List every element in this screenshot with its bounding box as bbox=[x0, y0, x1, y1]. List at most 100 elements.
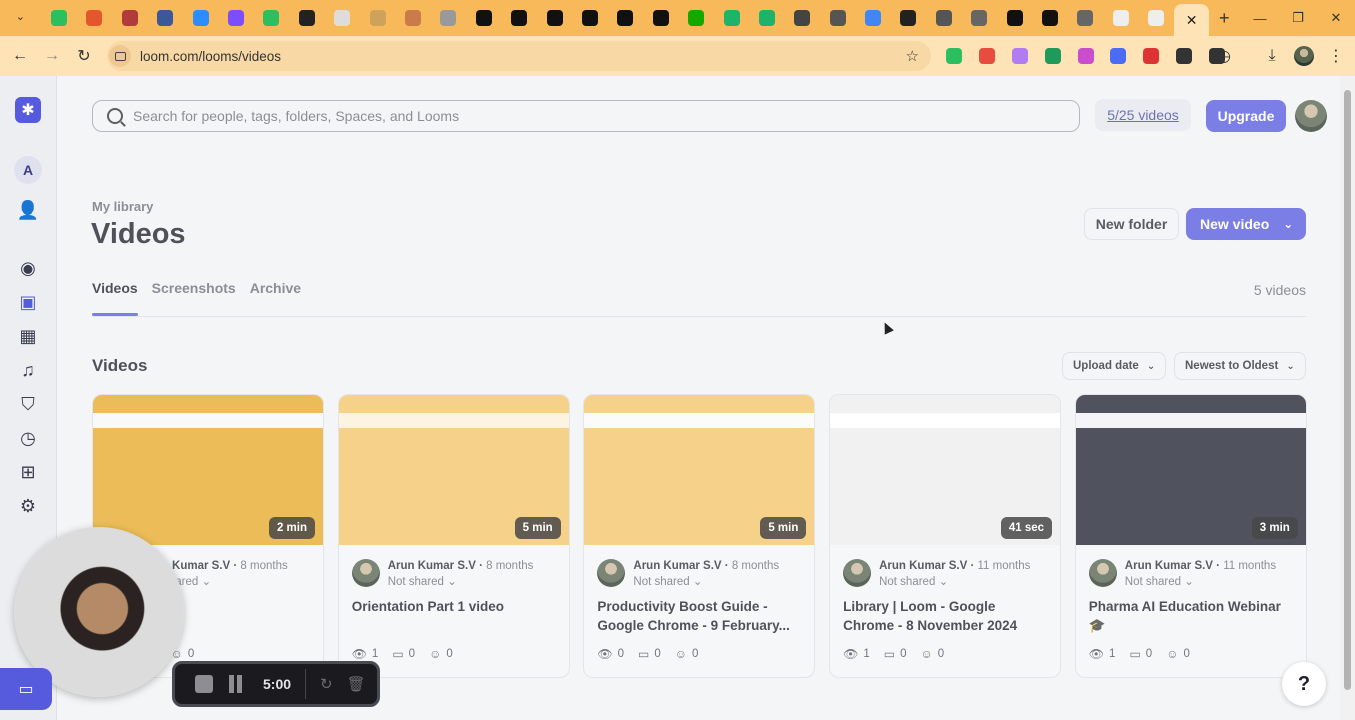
browser-tab[interactable] bbox=[997, 0, 1032, 36]
site-info-icon[interactable] bbox=[109, 45, 131, 67]
sidebar-item-notifications[interactable]: ♫ bbox=[14, 356, 42, 384]
extension-icon[interactable] bbox=[1011, 48, 1028, 64]
new-tab-icon[interactable]: + bbox=[1209, 8, 1239, 29]
share-status[interactable]: Not shared ⌄ bbox=[879, 574, 948, 588]
share-status[interactable]: Not shared ⌄ bbox=[1125, 574, 1194, 588]
forward-icon[interactable]: → bbox=[36, 40, 68, 72]
upgrade-button[interactable]: Upgrade bbox=[1206, 100, 1286, 132]
history-icon[interactable]: ◷ bbox=[1208, 40, 1240, 72]
video-title[interactable]: Library | Loom - Google Chrome - 8 Novem… bbox=[843, 597, 1049, 635]
browser-tab[interactable] bbox=[466, 0, 501, 36]
browser-tab[interactable] bbox=[608, 0, 643, 36]
breadcrumb[interactable]: My library bbox=[92, 199, 153, 214]
browser-tab[interactable] bbox=[820, 0, 855, 36]
stop-recording-button[interactable] bbox=[195, 675, 213, 693]
browser-tab[interactable] bbox=[325, 0, 360, 36]
browser-tab[interactable] bbox=[891, 0, 926, 36]
tab-screenshots[interactable]: Screenshots bbox=[152, 280, 236, 316]
browser-tab[interactable] bbox=[643, 0, 678, 36]
invite-user-button[interactable]: 👤 bbox=[14, 196, 42, 224]
user-avatar[interactable] bbox=[1295, 100, 1327, 132]
browser-tab[interactable] bbox=[926, 0, 961, 36]
extension-icon[interactable] bbox=[1110, 48, 1127, 64]
sidebar-item-profile[interactable]: ◉ bbox=[14, 254, 42, 282]
browser-tab[interactable] bbox=[1032, 0, 1067, 36]
video-card[interactable]: 5 min Arun Kumar S.V · 8 months Not shared… bbox=[337, 394, 570, 678]
profile-avatar[interactable] bbox=[1294, 46, 1314, 66]
browser-tab[interactable] bbox=[431, 0, 466, 36]
active-tab[interactable]: ✕ bbox=[1173, 4, 1210, 36]
browser-tab[interactable] bbox=[714, 0, 749, 36]
browser-tab[interactable] bbox=[360, 0, 395, 36]
browser-tab[interactable] bbox=[1068, 0, 1103, 36]
extension-icon[interactable] bbox=[979, 48, 996, 64]
browser-tab[interactable] bbox=[1103, 0, 1138, 36]
scrollbar-thumb[interactable] bbox=[1344, 90, 1351, 690]
tab-videos[interactable]: Videos bbox=[92, 280, 138, 316]
search-input[interactable]: Search for people, tags, folders, Spaces… bbox=[92, 100, 1080, 132]
sidebar-item-meetings[interactable]: ▦ bbox=[14, 322, 42, 350]
sort-by-dropdown[interactable]: Upload date ⌄ bbox=[1062, 352, 1167, 380]
tab-archive[interactable]: Archive bbox=[250, 280, 301, 316]
new-folder-button[interactable]: New folder bbox=[1084, 208, 1179, 240]
video-title[interactable]: Pharma AI Education Webinar 🎓 bbox=[1089, 597, 1295, 635]
trash-icon[interactable]: 🗑 bbox=[347, 675, 366, 693]
pause-button[interactable] bbox=[229, 675, 245, 693]
reload-icon[interactable]: ↻ bbox=[68, 40, 100, 72]
video-title[interactable]: Orientation Part 1 video bbox=[352, 597, 558, 616]
video-title[interactable]: Productivity Boost Guide - Google Chrome… bbox=[597, 597, 803, 635]
search-placeholder[interactable]: Search for people, tags, folders, Spaces… bbox=[133, 108, 459, 124]
sidebar-item-gifts[interactable]: ⊞ bbox=[14, 458, 42, 486]
browser-tab[interactable] bbox=[855, 0, 890, 36]
extension-icon[interactable] bbox=[1175, 48, 1192, 64]
share-status[interactable]: Not shared ⌄ bbox=[388, 574, 457, 588]
scrollbar[interactable] bbox=[1340, 76, 1355, 720]
download-icon[interactable]: ⤓ bbox=[1256, 40, 1288, 72]
extension-icon[interactable] bbox=[1143, 48, 1160, 64]
browser-tab[interactable] bbox=[254, 0, 289, 36]
restart-icon[interactable]: ↻ bbox=[320, 675, 333, 693]
close-window-icon[interactable]: ✕ bbox=[1317, 0, 1355, 36]
browser-tab[interactable] bbox=[395, 0, 430, 36]
video-card[interactable]: 5 min Arun Kumar S.V · 8 months Not shared… bbox=[583, 394, 816, 678]
browser-tab[interactable] bbox=[1139, 0, 1174, 36]
sidebar-item-settings[interactable]: ⚙ bbox=[14, 492, 42, 520]
browser-tab[interactable] bbox=[183, 0, 218, 36]
recorder-toggle-button[interactable]: ▭ bbox=[0, 668, 52, 710]
browser-tab[interactable] bbox=[289, 0, 324, 36]
share-status[interactable]: Not shared ⌄ bbox=[633, 574, 702, 588]
video-quota-link[interactable]: 5/25 videos bbox=[1095, 99, 1191, 131]
extension-icon[interactable] bbox=[1077, 48, 1094, 64]
workspace-switcher[interactable]: A bbox=[14, 156, 42, 184]
browser-tab[interactable] bbox=[962, 0, 997, 36]
video-card[interactable]: 41 sec Arun Kumar S.V · 11 months Not shar… bbox=[829, 394, 1062, 678]
video-card[interactable]: 3 min Arun Kumar S.V · 11 months Not share… bbox=[1074, 394, 1307, 678]
sidebar-item-history[interactable]: ◷ bbox=[14, 424, 42, 452]
browser-tab[interactable] bbox=[749, 0, 784, 36]
tab-search-icon[interactable]: ⌄ bbox=[6, 0, 41, 36]
address-bar[interactable]: loom.com/looms/videos ☆ bbox=[107, 41, 931, 71]
close-tab-icon[interactable]: ✕ bbox=[1186, 12, 1198, 28]
browser-tab[interactable] bbox=[148, 0, 183, 36]
browser-tab[interactable] bbox=[501, 0, 536, 36]
extension-icon[interactable] bbox=[1044, 48, 1061, 64]
url-text[interactable]: loom.com/looms/videos bbox=[140, 49, 281, 64]
sidebar-item-library[interactable]: ▣ bbox=[14, 288, 42, 316]
bookmark-star-icon[interactable]: ☆ bbox=[906, 47, 919, 65]
help-button[interactable]: ? bbox=[1282, 662, 1326, 706]
sidebar-item-bookmarks[interactable]: ⛉ bbox=[14, 390, 42, 418]
minimize-icon[interactable]: — bbox=[1241, 0, 1279, 36]
restore-icon[interactable]: ❐ bbox=[1279, 0, 1317, 36]
browser-tab[interactable] bbox=[218, 0, 253, 36]
browser-tab[interactable] bbox=[537, 0, 572, 36]
browser-tab[interactable] bbox=[77, 0, 112, 36]
new-video-button[interactable]: New video ⌄ bbox=[1186, 208, 1306, 240]
browser-tab[interactable] bbox=[572, 0, 607, 36]
loom-logo[interactable]: ✱ bbox=[14, 96, 42, 124]
back-icon[interactable]: ← bbox=[4, 40, 36, 72]
browser-tab[interactable] bbox=[112, 0, 147, 36]
extension-icon[interactable] bbox=[946, 48, 963, 64]
browser-tab[interactable] bbox=[785, 0, 820, 36]
browser-tab[interactable] bbox=[678, 0, 713, 36]
browser-menu-icon[interactable]: ⋮ bbox=[1320, 40, 1352, 72]
